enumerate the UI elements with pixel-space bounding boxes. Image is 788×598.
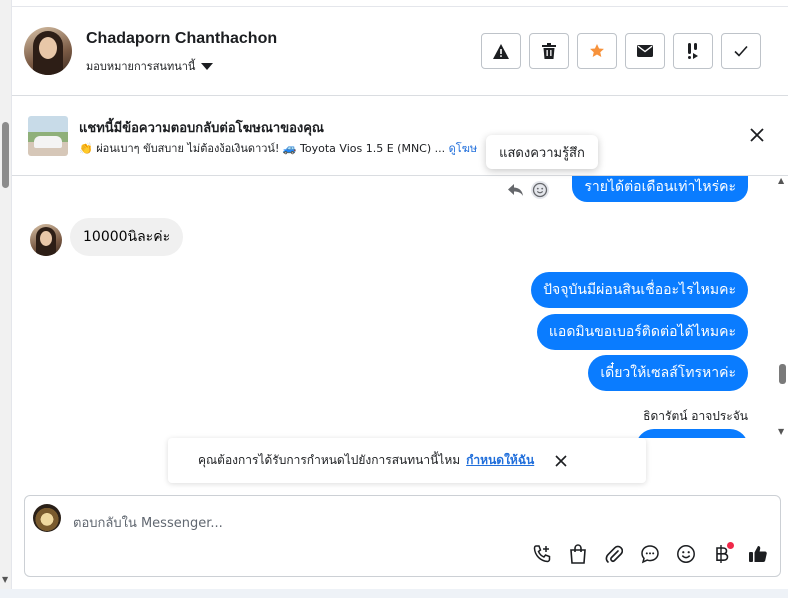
reply-icon[interactable]: [508, 183, 524, 197]
mark-unread-button[interactable]: [625, 33, 665, 69]
react-tooltip: แสดงความรู้สึก: [486, 135, 598, 169]
reply-composer: ตอบกลับใน Messenger...: [24, 495, 781, 577]
message-out-1[interactable]: รายได้ต่อเดือนเท่าไหร่คะ: [572, 176, 748, 202]
ad-banner-subtitle: 👏 ผ่อนเบาๆ ขับสบาย ไม่ต้องง้อเงินดาวน์! …: [79, 139, 479, 157]
scroll-up-arrow[interactable]: ▲: [778, 176, 784, 185]
close-prompt-button[interactable]: [554, 454, 568, 468]
reply-input[interactable]: ตอบกลับใน Messenger...: [73, 512, 223, 533]
star-icon: [590, 44, 604, 57]
conversation-panel: Chadaporn Chanthachon มอบหมายการสนทนานี้: [12, 0, 788, 598]
chat-bubble-icon: [641, 545, 659, 564]
message-hover-actions: [508, 180, 550, 200]
left-scrollbar[interactable]: ▼: [0, 0, 12, 598]
warning-icon: [493, 43, 509, 59]
paperclip-icon: [605, 545, 623, 563]
like-button[interactable]: [746, 542, 770, 566]
envelope-icon: [637, 45, 653, 57]
left-scrollbar-thumb[interactable]: [2, 122, 9, 188]
emoji-button[interactable]: [674, 542, 698, 566]
saved-replies-button[interactable]: [638, 542, 662, 566]
message-list[interactable]: รายได้ต่อเดือนเท่าไหร่คะ 10000นิละค่ะ ปั…: [12, 176, 788, 438]
close-icon: [750, 128, 764, 142]
call-button[interactable]: [530, 542, 554, 566]
phone-plus-icon: [533, 545, 551, 563]
page-avatar: [33, 504, 61, 532]
chevron-down-icon: [201, 62, 214, 70]
sender-name: ธิดารัตน์ อาจประจัน: [643, 409, 748, 423]
star-button[interactable]: [577, 33, 617, 69]
message-scrollbar[interactable]: ▲ ▼: [778, 176, 788, 438]
shopping-bag-icon: [570, 544, 586, 564]
message-out-2[interactable]: ปัจจุบันมีผ่อนสินเชื่ออะไรไหมคะ: [531, 272, 748, 308]
ad-reply-banner: แชทนี้มีข้อความตอบกลับต่อโฆษณาของคุณ 👏 ผ…: [12, 96, 788, 176]
message-out-3[interactable]: แอดมินขอเบอร์ติดต่อได้ไหมคะ: [536, 314, 748, 350]
exclamation-icon: [688, 43, 698, 59]
check-icon: [734, 45, 748, 57]
message-scrollbar-thumb[interactable]: [779, 364, 786, 384]
view-ad-link[interactable]: ดูโฆษ: [449, 142, 477, 155]
report-button[interactable]: [481, 33, 521, 69]
composer-tools: [530, 542, 770, 566]
smiley-icon: [677, 545, 695, 563]
close-banner-button[interactable]: [748, 126, 766, 144]
message-out-4[interactable]: เดี๋ยวให้เซลส์โทรหาค่ะ: [588, 355, 748, 391]
left-scroll-down-arrow[interactable]: ▼: [2, 575, 8, 584]
notification-dot: [727, 542, 734, 549]
ad-thumbnail[interactable]: [28, 116, 68, 156]
assign-prompt: คุณต้องการได้รับการกำหนดไปยังการสนทนานี้…: [168, 438, 646, 483]
scroll-down-arrow[interactable]: ▼: [778, 427, 784, 436]
contact-name[interactable]: Chadaporn Chanthachon: [86, 30, 277, 48]
react-smiley-icon[interactable]: [530, 180, 550, 200]
assign-dropdown[interactable]: มอบหมายการสนทนานี้: [86, 57, 214, 75]
payment-button[interactable]: [710, 542, 734, 566]
close-icon: [555, 454, 567, 467]
attach-button[interactable]: [602, 542, 626, 566]
done-button[interactable]: [721, 33, 761, 69]
shop-button[interactable]: [566, 542, 590, 566]
contact-avatar[interactable]: [24, 27, 72, 75]
assign-label: มอบหมายการสนทนานี้: [86, 60, 196, 73]
thumbs-up-icon: [749, 546, 767, 562]
delete-button[interactable]: [529, 33, 569, 69]
ad-banner-description: 👏 ผ่อนเบาๆ ขับสบาย ไม่ต้องง้อเงินดาวน์! …: [79, 142, 446, 155]
header-actions: [481, 33, 761, 69]
message-out-5[interactable]: [636, 429, 748, 438]
follow-up-button[interactable]: [673, 33, 713, 69]
conversation-header: Chadaporn Chanthachon มอบหมายการสนทนานี้: [12, 7, 788, 96]
assign-to-me-link[interactable]: กำหนดให้ฉัน: [466, 451, 534, 470]
assign-prompt-text: คุณต้องการได้รับการกำหนดไปยังการสนทนานี้…: [198, 453, 461, 467]
contact-avatar-small[interactable]: [30, 224, 62, 256]
ad-banner-title: แชทนี้มีข้อความตอบกลับต่อโฆษณาของคุณ: [79, 121, 324, 136]
trash-icon: [542, 43, 556, 59]
message-in-1[interactable]: 10000นิละค่ะ: [70, 218, 184, 256]
bottom-strip: [0, 589, 788, 598]
